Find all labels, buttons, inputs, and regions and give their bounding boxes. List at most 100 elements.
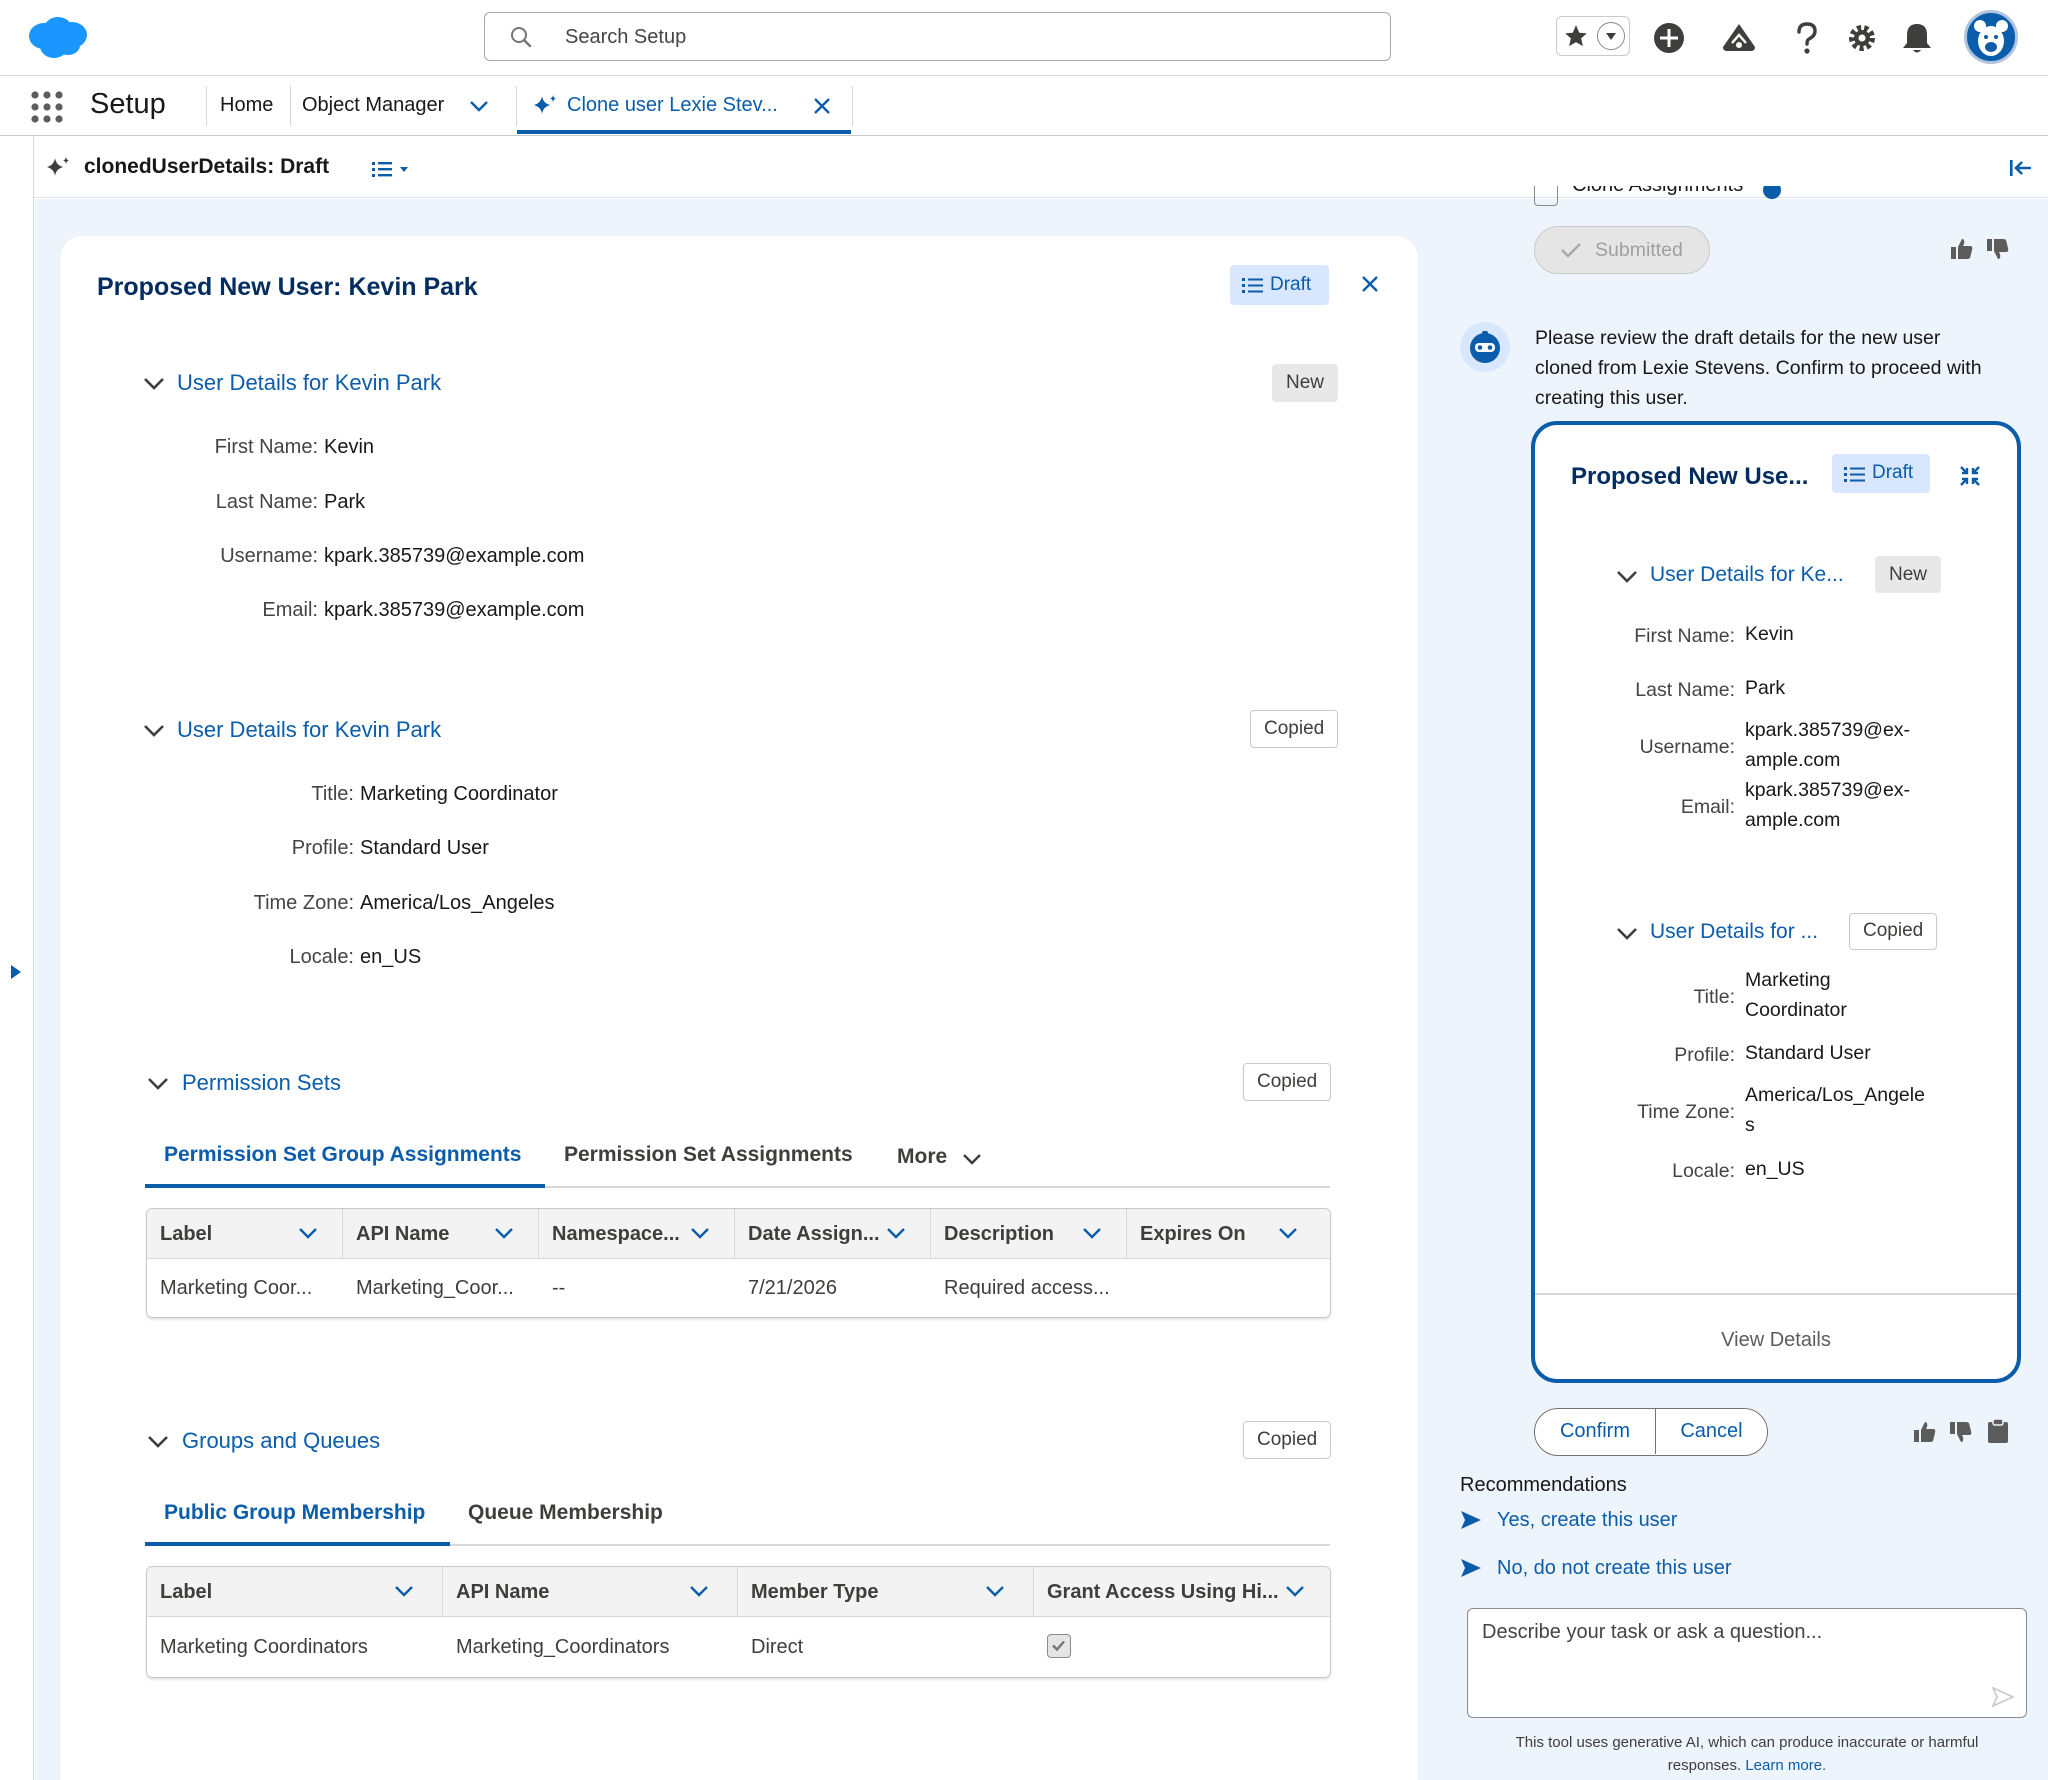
send-icon[interactable] [1992,1687,2014,1707]
ask-input[interactable]: Describe your task or ask a question... [1467,1608,2027,1718]
global-search-input[interactable]: Search Setup [484,12,1391,61]
close-tab-icon[interactable] [812,96,832,116]
value-line: Coordinator [1745,999,1847,1021]
value-line: Marketing [1745,969,1831,991]
tab-more[interactable]: More [897,1145,947,1169]
column-header-label[interactable]: Label [147,1567,443,1617]
grant-access-checkbox[interactable] [1047,1634,1071,1658]
chevron-down-icon[interactable] [468,98,490,114]
value-line: en_US [1745,1158,1805,1180]
draft-status-badge[interactable]: Draft [1832,454,1930,493]
list-icon [1844,465,1866,483]
section-title-user-details[interactable]: User Details for Ke... [1650,563,1844,587]
favorites-dropdown-icon[interactable] [1597,22,1625,50]
trailhead-icon[interactable] [1719,18,1759,58]
column-header-namespace[interactable]: Namespace... [539,1209,735,1259]
section-title-permission-sets[interactable]: Permission Sets [182,1070,341,1096]
section-title-user-details[interactable]: User Details for Kevin Park [177,717,441,743]
new-badge: New [1875,556,1942,593]
section-title-user-details[interactable]: User Details for ... [1650,920,1818,944]
close-card-icon[interactable] [1360,274,1380,294]
checkmark-icon [1559,240,1583,260]
app-launcher-icon[interactable] [30,90,64,124]
chevron-down-icon[interactable] [142,376,166,392]
chevron-down-icon[interactable] [1615,569,1639,585]
favorites-button[interactable] [1556,16,1630,56]
learn-more-link[interactable]: Learn more. [1745,1757,1826,1774]
locale-value: en_US [360,946,422,968]
collapse-panel-icon[interactable] [2009,158,2033,178]
tab-clone-user[interactable]: Clone user Lexie Stev... [517,76,851,134]
nav-item-home[interactable]: Home [220,94,273,117]
chevron-down-icon[interactable] [393,1584,415,1600]
help-icon[interactable] [1787,18,1827,58]
column-header-description[interactable]: Description [931,1209,1127,1259]
thumbs-up-icon[interactable] [1913,1420,1937,1444]
recommendation-yes[interactable]: Yes, create this user [1497,1509,1677,1532]
tab-public-group-membership[interactable]: Public Group Membership [164,1501,425,1525]
chevron-down-icon[interactable] [297,1226,319,1242]
column-header-member-type[interactable]: Member Type [738,1567,1034,1617]
table-row[interactable]: Marketing Coordinators Marketing_Coordin… [147,1617,1330,1677]
chevron-down-icon[interactable] [142,723,166,739]
field-label: Email: [1680,796,1735,818]
column-header-api-name[interactable]: API Name [443,1567,738,1617]
column-header-label[interactable]: Label [147,1209,343,1259]
table-header-row: Label API Name Member Type Grant Access … [147,1567,1330,1617]
chevron-down-icon[interactable] [493,1226,515,1242]
clipped-previous-message: Clone Assignments [1572,186,1752,206]
tab-permission-set-assignments[interactable]: Permission Set Assignments [564,1143,853,1167]
clone-assignments-checkbox[interactable] [1534,186,1558,206]
chevron-down-icon[interactable] [1277,1226,1299,1242]
confirm-button[interactable]: Confirm [1535,1409,1656,1454]
tab-queue-membership[interactable]: Queue Membership [468,1501,663,1525]
column-header-grant-access[interactable]: Grant Access Using Hi... [1034,1567,1330,1617]
preview-card-title: Proposed New Use... [1571,463,1809,490]
app-nav-bar: Setup Home Object Manager Clone user Lex… [0,76,2048,136]
column-header-date-assigned[interactable]: Date Assign... [735,1209,931,1259]
tab-permission-set-group-assignments[interactable]: Permission Set Group Assignments [164,1143,521,1167]
view-details-link[interactable]: View Details [1535,1329,2017,1352]
section-title-groups-and-queues[interactable]: Groups and Queues [182,1428,380,1454]
agent-avatar [1460,322,1510,372]
global-header: Search Setup [0,0,2048,76]
chevron-down-icon[interactable] [689,1226,711,1242]
salesforce-logo[interactable] [24,14,88,60]
draft-status-badge[interactable]: Draft [1230,265,1329,305]
chevron-down-icon[interactable] [1615,926,1639,942]
gear-icon[interactable] [1842,18,1882,58]
field-label: First Name: [214,436,318,458]
card-title: Proposed New User: Kevin Park [97,273,478,301]
add-icon[interactable] [1649,18,1689,58]
clone-assignments-label: Clone Assignments [1572,186,1743,197]
chevron-down-icon[interactable] [688,1584,710,1600]
column-header-api-name[interactable]: API Name [343,1209,539,1259]
clipboard-icon[interactable] [1987,1418,2009,1444]
copied-badge: Copied [1243,1063,1332,1101]
section-title-user-details[interactable]: User Details for Kevin Park [177,370,441,396]
thumbs-down-icon[interactable] [1949,1420,1973,1444]
thumbs-down-icon[interactable] [1986,237,2010,261]
thumbs-up-icon[interactable] [1950,237,1974,261]
collapse-icon[interactable] [1959,465,1981,487]
table-row[interactable]: Marketing Coor... Marketing_Coor... -- 7… [147,1259,1330,1317]
column-header-expires-on[interactable]: Expires On [1127,1209,1330,1259]
chevron-down-icon[interactable] [984,1584,1006,1600]
submitted-label: Submitted [1595,239,1683,261]
cancel-button[interactable]: Cancel [1656,1409,1767,1454]
recommendation-no[interactable]: No, do not create this user [1497,1557,1732,1580]
list-menu-icon[interactable] [372,158,414,180]
notifications-bell-icon[interactable] [1897,18,1937,58]
chevron-down-icon[interactable] [961,1152,983,1168]
nav-item-object-manager[interactable]: Object Manager [302,94,444,117]
chevron-down-icon[interactable] [146,1076,170,1092]
chevron-down-icon[interactable] [1284,1584,1306,1600]
chevron-down-icon[interactable] [885,1226,907,1242]
chevron-down-icon[interactable] [1081,1226,1103,1242]
disclaimer-line-2: responses. Learn more. [1467,1754,2027,1777]
expand-panel-icon[interactable] [9,963,23,981]
user-avatar[interactable] [1964,10,2018,64]
field-label: Email: [262,599,318,621]
send-arrow-icon [1460,1510,1482,1530]
chevron-down-icon[interactable] [146,1434,170,1450]
